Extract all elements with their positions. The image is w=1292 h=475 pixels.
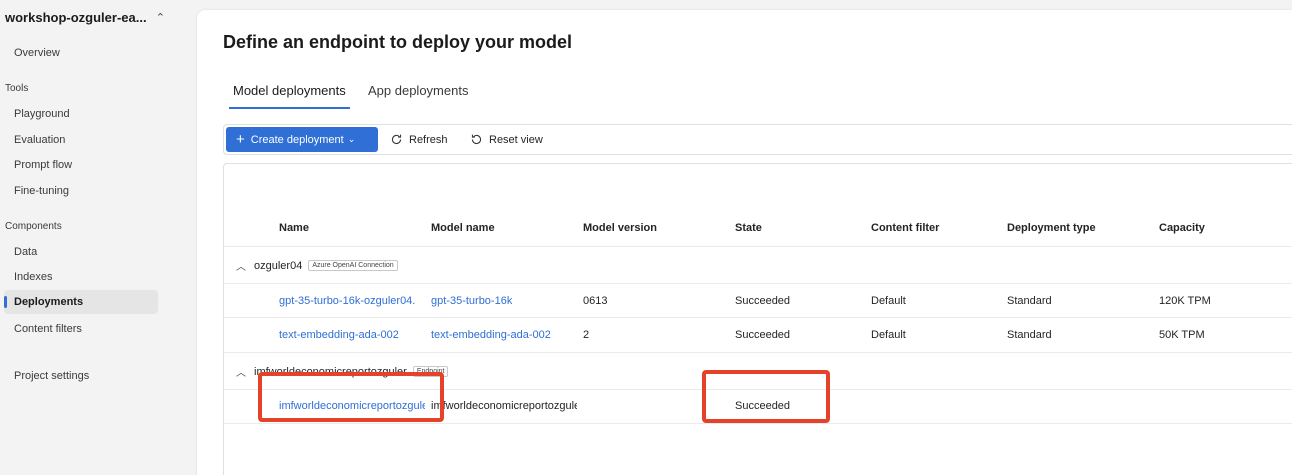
highlight-box-state <box>702 370 830 423</box>
reset-view-button[interactable]: Reset view <box>470 127 543 152</box>
chevron-updown-icon: ⌃ <box>155 11 165 24</box>
deployment-type: Standard <box>1007 329 1052 341</box>
page-title: Define an endpoint to deploy your model <box>223 32 573 52</box>
row-divider <box>224 246 1292 247</box>
tab-app-deployments[interactable]: App deployments <box>368 83 468 98</box>
sidebar-item-prompt-flow[interactable]: Prompt flow <box>4 153 158 177</box>
create-deployment-button[interactable]: + Create deployment ⌄ <box>226 127 378 152</box>
column-header-deployment-type[interactable]: Deployment type <box>1007 222 1096 234</box>
deployments-table: Name Model name Model version State Cont… <box>223 163 1292 475</box>
create-deployment-label: Create deployment <box>250 133 344 146</box>
row-divider <box>224 352 1292 353</box>
row-divider <box>224 283 1292 284</box>
row-divider <box>224 317 1292 318</box>
project-selector[interactable]: workshop-ozguler-ea... ⌃ <box>5 8 165 26</box>
refresh-label: Refresh <box>409 133 448 146</box>
refresh-icon <box>391 134 402 145</box>
state: Succeeded <box>735 329 791 341</box>
deployment-type: Standard <box>1007 295 1052 307</box>
sidebar-item-evaluation[interactable]: Evaluation <box>4 128 158 152</box>
capacity: 50K TPM <box>1159 329 1205 341</box>
model-name-link[interactable]: text-embedding-ada-002 <box>431 329 551 341</box>
column-header-content-filter[interactable]: Content filter <box>871 222 939 234</box>
components-heading: Components <box>5 221 62 232</box>
group-name: ozguler04 <box>254 259 303 272</box>
sidebar-item-fine-tuning[interactable]: Fine-tuning <box>4 179 158 203</box>
sidebar-item-content-filters[interactable]: Content filters <box>4 317 158 341</box>
column-header-model-name[interactable]: Model name <box>431 222 495 234</box>
column-header-capacity[interactable]: Capacity <box>1159 222 1205 234</box>
sidebar-item-data[interactable]: Data <box>4 240 158 264</box>
tools-heading: Tools <box>5 83 29 94</box>
deployment-name-link[interactable]: gpt-35-turbo-16k-ozguler04. <box>279 295 425 307</box>
column-header-name[interactable]: Name <box>279 222 309 234</box>
sidebar-item-overview[interactable]: Overview <box>4 41 158 65</box>
model-version: 0613 <box>583 295 608 307</box>
group-header[interactable]: ︿ ozguler04 Azure OpenAI Connection <box>236 258 398 273</box>
active-tab-indicator <box>229 107 350 109</box>
model-name: imfworldeconomicreportozguler <box>431 400 577 412</box>
sidebar-item-indexes[interactable]: Indexes <box>4 265 158 289</box>
sidebar: workshop-ozguler-ea... ⌃ Overview Tools … <box>0 0 178 475</box>
reset-icon <box>471 134 482 145</box>
group-badge: Azure OpenAI Connection <box>308 260 398 271</box>
state: Succeeded <box>735 295 791 307</box>
deployment-name-link[interactable]: text-embedding-ada-002 <box>279 329 399 341</box>
toolbar: + Create deployment ⌄ Refresh Reset view <box>223 124 1292 155</box>
chevron-up-icon: ︿ <box>236 262 246 273</box>
capacity: 120K TPM <box>1159 295 1211 307</box>
column-header-model-version[interactable]: Model version <box>583 222 657 234</box>
content-filter: Default <box>871 329 906 341</box>
model-version: 2 <box>583 329 590 341</box>
highlight-box-name <box>258 372 444 422</box>
reset-view-label: Reset view <box>489 133 543 146</box>
sidebar-item-playground[interactable]: Playground <box>4 102 158 126</box>
project-name: workshop-ozguler-ea... <box>5 9 147 25</box>
sidebar-item-deployments[interactable]: Deployments <box>4 290 158 314</box>
model-name-link[interactable]: gpt-35-turbo-16k <box>431 295 512 307</box>
tab-model-deployments[interactable]: Model deployments <box>233 83 346 98</box>
chevron-up-icon: ︿ <box>236 368 246 379</box>
content-filter: Default <box>871 295 906 307</box>
row-divider <box>224 423 1292 424</box>
refresh-button[interactable]: Refresh <box>390 127 448 152</box>
column-header-state[interactable]: State <box>735 222 762 234</box>
plus-icon: + <box>236 131 245 148</box>
chevron-down-icon: ⌄ <box>347 134 356 144</box>
sidebar-item-project-settings[interactable]: Project settings <box>4 364 158 388</box>
